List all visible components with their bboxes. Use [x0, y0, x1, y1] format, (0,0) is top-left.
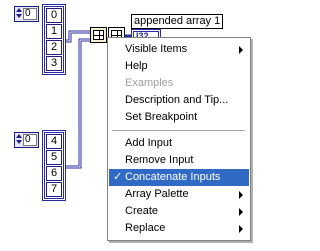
increment-arrows-icon[interactable]: [16, 134, 22, 146]
array-element[interactable]: 1: [46, 24, 62, 39]
output-label[interactable]: appended array 1: [131, 14, 224, 29]
menu-item-replace[interactable]: Replace: [109, 220, 249, 237]
array-index-value[interactable]: 0: [23, 134, 37, 146]
menu-item-visible-items[interactable]: Visible Items: [109, 41, 249, 58]
menu-item-remove-input[interactable]: Remove Input: [109, 152, 249, 169]
array-element[interactable]: 4: [46, 134, 62, 149]
block-diagram[interactable]: 0 0 1 2 3 0 4 5 6 7 appended array 1 I32…: [0, 0, 299, 251]
array-element[interactable]: 5: [46, 150, 62, 165]
array-index-control-1[interactable]: 0: [14, 6, 39, 22]
array-element[interactable]: 6: [46, 166, 62, 181]
array-element[interactable]: 2: [46, 40, 62, 55]
wire-bottom-array[interactable]: [62, 38, 90, 169]
array-control-1[interactable]: 0 1 2 3: [42, 4, 66, 75]
menu-item-array-palette[interactable]: Array Palette: [109, 186, 249, 203]
menu-item-set-breakpoint[interactable]: Set Breakpoint: [109, 109, 249, 126]
menu-item-create[interactable]: Create: [109, 203, 249, 220]
array-element[interactable]: 0: [46, 8, 62, 23]
array-control-2[interactable]: 4 5 6 7: [42, 130, 66, 201]
menu-item-description-and-tip[interactable]: Description and Tip...: [109, 92, 249, 109]
submenu-arrow-icon: [239, 191, 243, 199]
array-index-control-2[interactable]: 0: [14, 132, 39, 148]
submenu-arrow-icon: [239, 225, 243, 233]
build-array-node-icon[interactable]: [90, 27, 107, 43]
menu-item-examples: Examples: [125, 77, 174, 89]
checkmark-icon: ✓: [113, 171, 123, 183]
menu-separator: [112, 130, 245, 131]
menu-item-concatenate-inputs[interactable]: ✓ Concatenate Inputs: [109, 169, 249, 186]
increment-arrows-icon[interactable]: [16, 8, 22, 20]
array-element[interactable]: 3: [46, 56, 62, 71]
menu-item-help[interactable]: Help: [109, 58, 249, 75]
array-element[interactable]: 7: [46, 182, 62, 197]
submenu-arrow-icon: [239, 46, 243, 54]
menu-item-add-input[interactable]: Add Input: [109, 135, 249, 152]
array-index-value[interactable]: 0: [23, 8, 37, 20]
context-menu: Visible Items Help Examples Description …: [107, 37, 251, 241]
submenu-arrow-icon: [239, 208, 243, 216]
